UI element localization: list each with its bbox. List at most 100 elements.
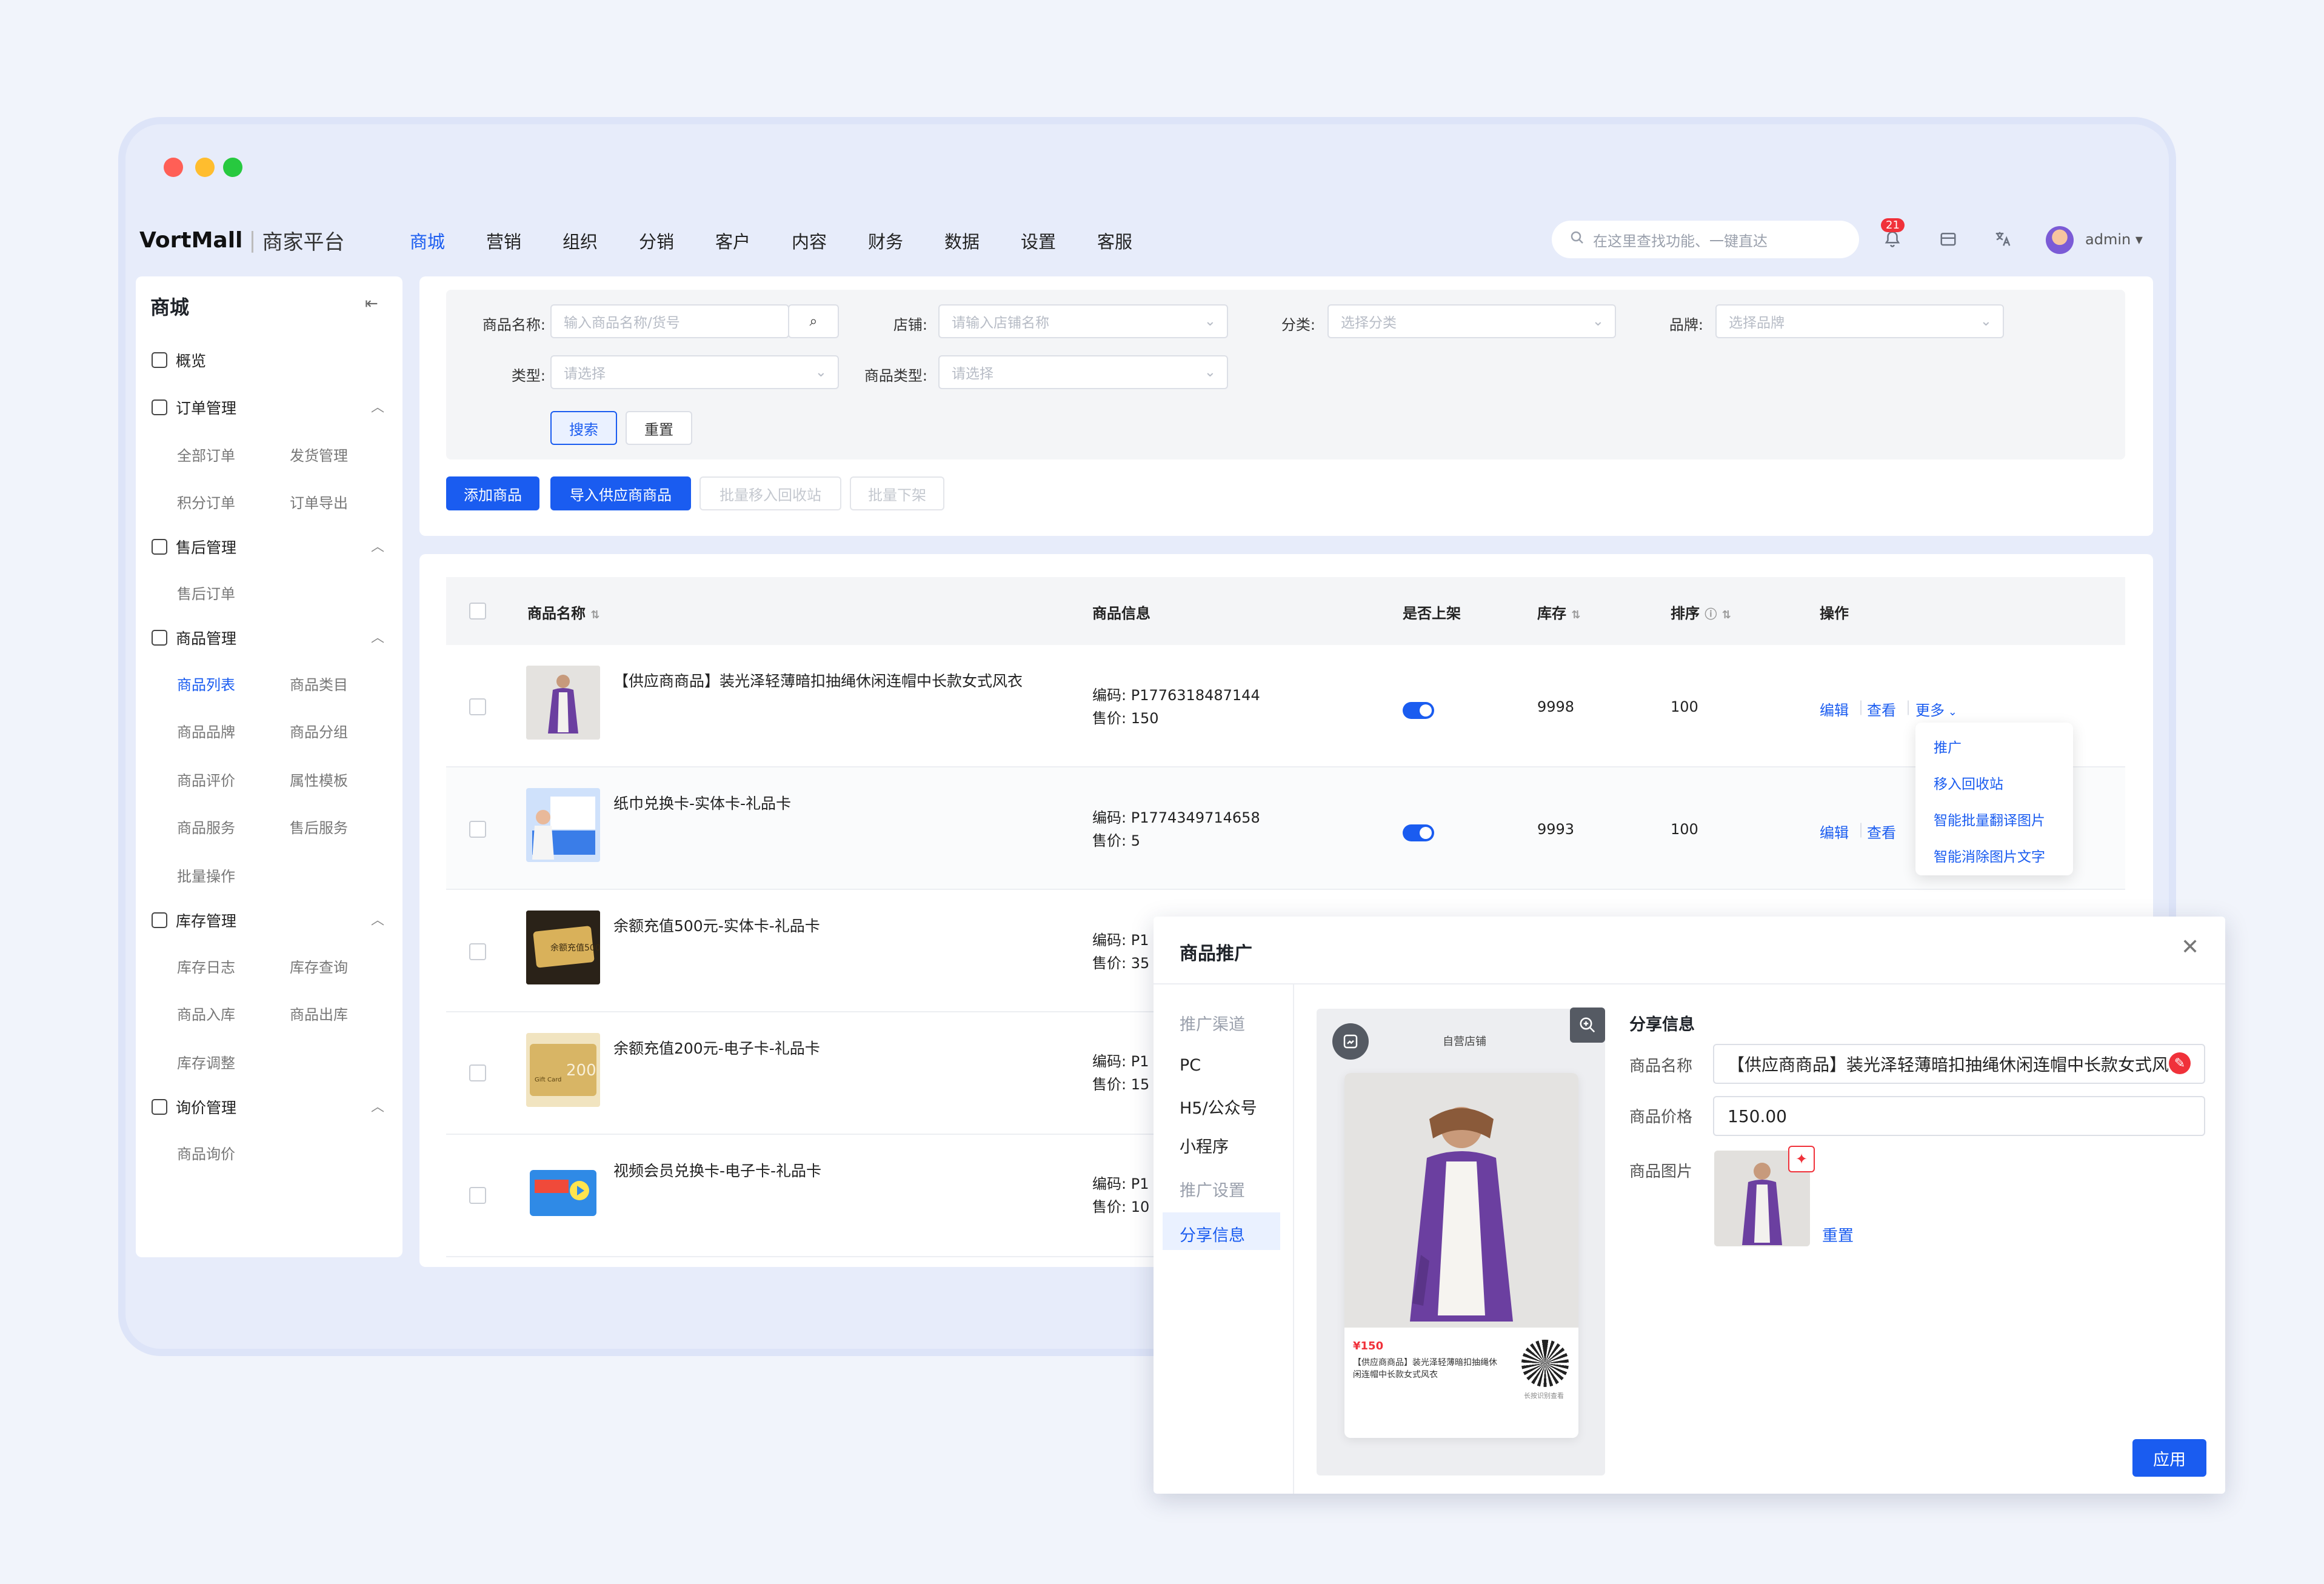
zoom-in-icon[interactable] bbox=[1570, 1008, 1605, 1043]
store-select[interactable]: 请输入店铺名称 ⌄ bbox=[938, 304, 1228, 338]
more-link[interactable]: 更多 ⌄ bbox=[1915, 698, 1957, 720]
menu-item-move-recycle[interactable]: 移入回收站 bbox=[1934, 772, 2003, 793]
global-search-input[interactable]: 在这里查找功能、一键直达 bbox=[1552, 221, 1859, 258]
sidebar-item-all-orders[interactable]: 全部订单 bbox=[177, 444, 235, 465]
sidebar-item-order-export[interactable]: 订单导出 bbox=[290, 491, 348, 512]
apply-button[interactable]: 应用 bbox=[2132, 1439, 2206, 1477]
nav-service[interactable]: 客服 bbox=[1097, 228, 1132, 253]
close-icon[interactable]: ✕ bbox=[2181, 935, 2199, 960]
view-link[interactable]: 查看 bbox=[1867, 821, 1896, 842]
sidebar-item-batch-ops[interactable]: 批量操作 bbox=[177, 864, 235, 886]
channel-pc[interactable]: PC bbox=[1180, 1056, 1201, 1075]
user-avatar[interactable] bbox=[2046, 226, 2074, 254]
filter-reset-button[interactable]: 重置 bbox=[626, 411, 692, 445]
chevron-up-icon[interactable]: ︿ bbox=[371, 536, 384, 555]
product-type-select[interactable]: 请选择 ⌄ bbox=[938, 355, 1228, 389]
menu-item-promote[interactable]: 推广 bbox=[1934, 736, 1962, 757]
reset-image-link[interactable]: 重置 bbox=[1822, 1223, 1854, 1246]
nav-organization[interactable]: 组织 bbox=[563, 228, 598, 253]
save-image-icon[interactable] bbox=[1332, 1023, 1369, 1060]
edit-link[interactable]: 编辑 bbox=[1820, 698, 1849, 720]
chevron-up-icon[interactable]: ︿ bbox=[371, 627, 384, 646]
col-stock-header[interactable]: 库存 ⇅ bbox=[1537, 601, 1580, 623]
batch-recycle-button[interactable]: 批量移入回收站 bbox=[700, 476, 841, 510]
product-name-input[interactable]: 输入商品名称/货号 bbox=[550, 304, 789, 338]
nav-settings[interactable]: 设置 bbox=[1021, 228, 1056, 253]
row-checkbox[interactable] bbox=[469, 821, 486, 838]
row-checkbox[interactable] bbox=[469, 1187, 486, 1204]
sidebar-item-product-brand[interactable]: 商品品牌 bbox=[177, 720, 235, 741]
nav-customer[interactable]: 客户 bbox=[715, 228, 750, 253]
menu-item-remove-text[interactable]: 智能消除图片文字 bbox=[1934, 845, 2045, 866]
nav-marketing[interactable]: 营销 bbox=[486, 228, 521, 253]
sidebar-item-product-service[interactable]: 商品服务 bbox=[177, 816, 235, 837]
sidebar-item-product-group[interactable]: 商品分组 bbox=[290, 720, 348, 741]
product-thumbnail[interactable]: 200 Gift Card bbox=[526, 1033, 600, 1107]
product-name[interactable]: 纸巾兑换卡-实体卡-礼品卡 bbox=[613, 792, 791, 814]
window-minimize-dot[interactable] bbox=[195, 158, 215, 177]
ai-rewrite-icon[interactable]: ✎ bbox=[2169, 1052, 2191, 1074]
share-price-input[interactable]: 150.00 bbox=[1713, 1096, 2205, 1136]
col-name-header[interactable]: 商品名称 ⇅ bbox=[527, 601, 599, 623]
channel-miniprogram[interactable]: 小程序 bbox=[1180, 1134, 1229, 1157]
translate-icon[interactable] bbox=[1992, 228, 2014, 250]
sidebar-item-stock-in[interactable]: 商品入库 bbox=[177, 1003, 235, 1024]
import-supplier-button[interactable]: 导入供应商商品 bbox=[550, 476, 691, 510]
product-name[interactable]: 余额充值500元-实体卡-礼品卡 bbox=[613, 914, 820, 936]
window-close-dot[interactable] bbox=[164, 158, 183, 177]
sidebar-group-inventory[interactable]: 库存管理 bbox=[152, 909, 236, 931]
product-thumbnail[interactable] bbox=[526, 788, 600, 862]
collapse-sidebar-icon[interactable]: ⇤ bbox=[365, 295, 378, 313]
select-all-checkbox[interactable] bbox=[469, 603, 486, 620]
sidebar-group-inquiry[interactable]: 询价管理 bbox=[152, 1096, 236, 1118]
product-thumbnail[interactable] bbox=[526, 1155, 600, 1229]
category-select[interactable]: 选择分类 ⌄ bbox=[1327, 304, 1616, 338]
sidebar-item-shipping[interactable]: 发货管理 bbox=[290, 444, 348, 465]
product-name[interactable]: 视频会员兑换卡-电子卡-礼品卡 bbox=[613, 1159, 821, 1181]
ai-image-icon[interactable]: ✦ bbox=[1788, 1146, 1815, 1172]
sidebar-item-overview[interactable]: 概览 bbox=[152, 349, 206, 371]
menu-item-batch-translate[interactable]: 智能批量翻译图片 bbox=[1934, 809, 2045, 829]
nav-finance[interactable]: 财务 bbox=[868, 228, 903, 253]
nav-distribution[interactable]: 分销 bbox=[639, 228, 674, 253]
window-maximize-dot[interactable] bbox=[223, 158, 242, 177]
sidebar-item-aftersale-service[interactable]: 售后服务 bbox=[290, 816, 348, 837]
row-checkbox[interactable] bbox=[469, 1064, 486, 1081]
sidebar-item-stock-log[interactable]: 库存日志 bbox=[177, 955, 235, 977]
batch-offshelf-button[interactable]: 批量下架 bbox=[850, 476, 944, 510]
sidebar-group-aftersales[interactable]: 售后管理 bbox=[152, 536, 236, 558]
share-name-input[interactable]: 【供应商商品】装光泽轻薄暗扣抽绳休闲连帽中长款女式风衣 bbox=[1713, 1044, 2205, 1084]
filter-search-button[interactable]: 搜索 bbox=[550, 411, 617, 445]
product-name[interactable]: 【供应商商品】装光泽轻薄暗扣抽绳休闲连帽中长款女式风衣 bbox=[613, 669, 1023, 691]
nav-data[interactable]: 数据 bbox=[944, 228, 980, 253]
sidebar-item-points-orders[interactable]: 积分订单 bbox=[177, 491, 235, 512]
product-thumbnail[interactable] bbox=[526, 666, 600, 740]
row-checkbox[interactable] bbox=[469, 943, 486, 960]
edit-link[interactable]: 编辑 bbox=[1820, 821, 1849, 842]
nav-content[interactable]: 内容 bbox=[792, 228, 827, 253]
menu-share-info[interactable]: 分享信息 bbox=[1180, 1222, 1245, 1246]
sidebar-item-product-list[interactable]: 商品列表 bbox=[177, 673, 235, 694]
sidebar-item-aftersale-orders[interactable]: 售后订单 bbox=[177, 582, 235, 603]
onshelf-toggle[interactable] bbox=[1403, 824, 1434, 841]
brand-logo[interactable]: VortMall | 商家平台 bbox=[139, 226, 345, 255]
channel-h5[interactable]: H5/公众号 bbox=[1180, 1095, 1257, 1118]
product-name[interactable]: 余额充值200元-电子卡-礼品卡 bbox=[613, 1037, 820, 1058]
sidebar-item-stock-query[interactable]: 库存查询 bbox=[290, 955, 348, 977]
view-link[interactable]: 查看 bbox=[1867, 698, 1896, 720]
row-checkbox[interactable] bbox=[469, 698, 486, 715]
sidebar-group-orders[interactable]: 订单管理 bbox=[152, 396, 236, 418]
sidebar-item-stock-out[interactable]: 商品出库 bbox=[290, 1003, 348, 1024]
sidebar-item-attr-template[interactable]: 属性模板 bbox=[290, 769, 348, 790]
nav-mall[interactable]: 商城 bbox=[410, 228, 445, 253]
sidebar-item-stock-adjust[interactable]: 库存调整 bbox=[177, 1051, 235, 1072]
type-select[interactable]: 请选择 ⌄ bbox=[550, 355, 839, 389]
sidebar-item-product-category[interactable]: 商品类目 bbox=[290, 673, 348, 694]
add-product-button[interactable]: 添加商品 bbox=[446, 476, 539, 510]
product-thumbnail[interactable]: 余额充值500元 bbox=[526, 911, 600, 984]
sidebar-item-product-inquiry[interactable]: 商品询价 bbox=[177, 1142, 235, 1163]
chevron-up-icon[interactable]: ︿ bbox=[371, 909, 384, 929]
col-sort-header[interactable]: 排序 ⓘ ⇅ bbox=[1671, 601, 1731, 623]
sidebar-group-products[interactable]: 商品管理 bbox=[152, 627, 236, 649]
user-menu[interactable]: admin ▾ bbox=[2085, 231, 2143, 248]
